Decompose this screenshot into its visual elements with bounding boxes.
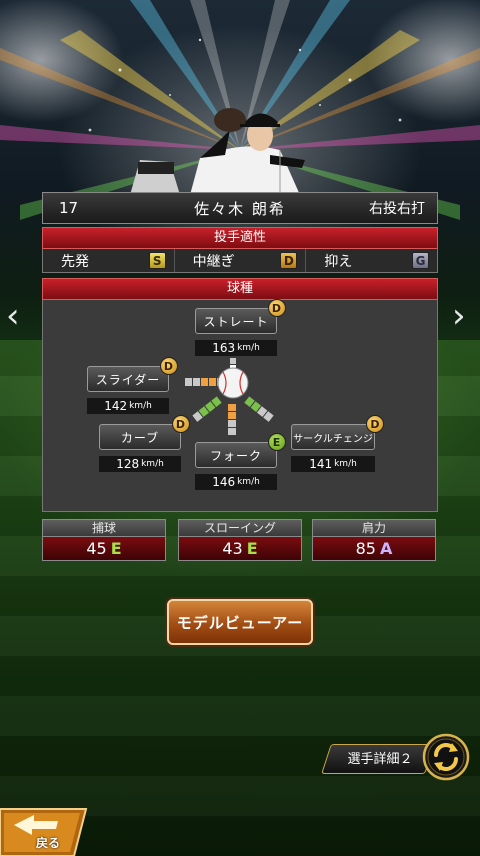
aptitude-label: 抑え [324, 253, 353, 270]
aptitude-grade-badge: D [280, 252, 298, 269]
speed-unit: km/h [237, 343, 260, 353]
speed-value: 142 [104, 399, 128, 413]
aptitude-label: 中継ぎ [192, 253, 235, 270]
pitch-name: スライダー [95, 372, 161, 387]
stat-value: 43 [222, 539, 243, 558]
break-bar-left [185, 378, 222, 386]
stat-value: 85 [355, 539, 376, 558]
pitch-speed: 146 km/h [195, 474, 277, 490]
stat-arm-strength: 肩力 85 A [312, 519, 436, 561]
speed-unit: km/h [141, 459, 164, 469]
break-bar-down [228, 404, 236, 435]
stat-catching: 捕球 45 E [42, 519, 166, 561]
stat-label: 捕球 [42, 519, 166, 537]
pitch-break-diagram [185, 358, 274, 435]
pitch-circle-change-button[interactable]: サークルチェンジ D [291, 415, 384, 450]
stat-label: スローイング [178, 519, 302, 537]
pitch-name: ストレート [203, 314, 269, 329]
pitch-speed: 128 km/h [99, 456, 181, 472]
pitch-name: フォーク [209, 448, 262, 463]
next-player-arrow-icon[interactable]: › [452, 296, 466, 336]
pitcher-aptitude-row: 先発 S 中継ぎ D 抑え G [42, 249, 438, 273]
stat-grade: A [379, 539, 393, 558]
swap-refresh-icon[interactable] [422, 733, 470, 781]
pitch-types-header: 球種 [42, 278, 438, 300]
aptitude-grade-badge: G [412, 252, 430, 269]
stat-grade: E [246, 539, 258, 558]
speed-value: 128 [116, 457, 140, 471]
player-name-bar: 17 佐々木 朗希 右投右打 [42, 192, 438, 224]
speed-unit: km/h [334, 459, 357, 469]
aptitude-label: 先発 [61, 253, 89, 270]
pitch-slider-button[interactable]: スライダー D [87, 357, 178, 392]
stat-value-box: 85 A [312, 537, 436, 561]
stat-value-box: 45 E [42, 537, 166, 561]
stat-value-box: 43 E [178, 537, 302, 561]
speed-value: 163 [212, 341, 236, 355]
pitch-speed: 142 km/h [87, 398, 169, 414]
prev-player-arrow-icon[interactable]: ‹ [6, 296, 20, 336]
speed-unit: km/h [237, 477, 260, 487]
aptitude-starter: 先発 S [43, 249, 175, 272]
speed-value: 141 [309, 457, 333, 471]
pitch-curve-button[interactable]: カーブ D [99, 415, 190, 450]
speed-unit: km/h [129, 401, 152, 411]
back-button-label: 戻る [36, 836, 61, 850]
aptitude-closer: 抑え G [306, 249, 437, 272]
aptitude-reliever: 中継ぎ D [175, 249, 307, 272]
pitch-rank-badge: D [268, 299, 286, 317]
speed-value: 146 [212, 475, 236, 489]
pitch-name: サークルチェンジ [293, 433, 373, 445]
handedness: 右投右打 [369, 201, 425, 217]
model-viewer-button[interactable]: モデルビューアー [167, 599, 313, 645]
aptitude-grade-badge: S [148, 252, 166, 269]
pitch-speed: 141 km/h [291, 456, 375, 472]
pitch-types-panel: ストレート D 163 km/h スライダー D 142 km/h カーブ D 12… [42, 299, 438, 512]
stat-value: 45 [86, 539, 107, 558]
player-portrait [130, 108, 305, 195]
pitch-straight-button[interactable]: ストレート D [195, 299, 286, 334]
pitch-name: カーブ [120, 430, 160, 445]
break-bar-down-right [244, 396, 274, 422]
pitcher-aptitude-header: 投手適性 [42, 227, 438, 249]
pitch-rank-badge: D [366, 415, 384, 433]
pitch-speed: 163 km/h [195, 340, 277, 356]
break-bar-down-left [192, 396, 222, 422]
player-detail-2-label: 選手詳細２ [347, 752, 413, 767]
baseball-icon [217, 367, 249, 399]
stat-grade: E [110, 539, 122, 558]
stat-label: 肩力 [312, 519, 436, 537]
stat-throwing: スローイング 43 E [178, 519, 302, 561]
